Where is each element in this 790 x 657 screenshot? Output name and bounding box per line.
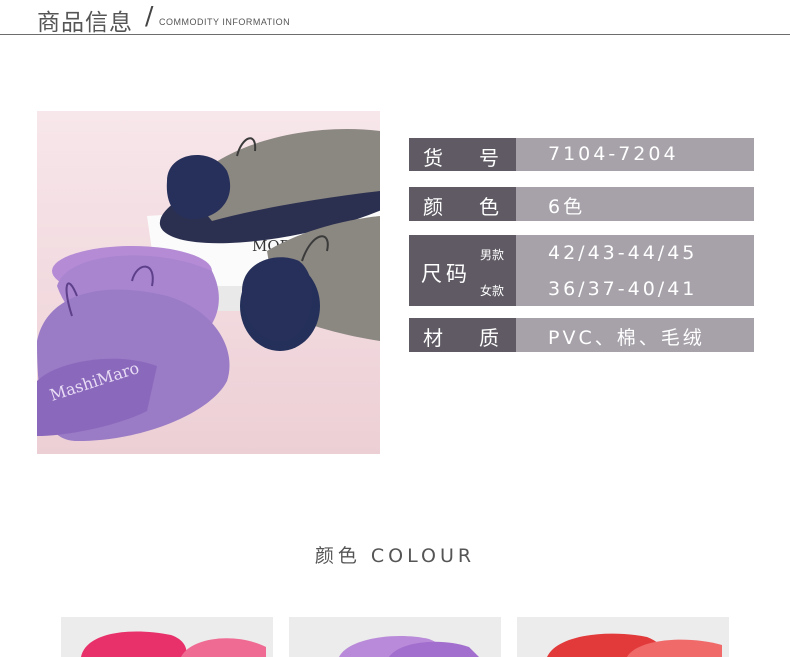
spec-row-item-no: 货 号 7104-7204 (409, 138, 754, 171)
header-slash: / (145, 1, 154, 30)
spec-value-material: PVC、棉、毛绒 (516, 318, 754, 352)
color-thumbnail-purple (289, 617, 501, 657)
slippers-illustration: MORA MashiMaro (37, 129, 380, 441)
size-women-value: 36/37-40/41 (548, 278, 698, 300)
purple-slipper-image (339, 636, 479, 657)
spec-label-char: 质 (479, 326, 499, 350)
color-thumbnail-red (517, 617, 729, 657)
spec-label-char: 货 (423, 146, 443, 170)
material-value: PVC、棉、毛绒 (548, 327, 705, 349)
section-header: 商品信息 / COMMODITY INFORMATION (0, 0, 790, 36)
spec-label-char: 颜 (423, 195, 443, 219)
size-men-value: 42/43-44/45 (548, 242, 698, 264)
color-count-value: 6色 (548, 196, 586, 218)
header-divider (0, 34, 790, 35)
spec-label-item-no: 货 号 (409, 138, 516, 171)
size-women-label: 女款 (480, 284, 505, 298)
spec-row-material: 材 质 PVC、棉、毛绒 (409, 318, 754, 352)
spec-label-char: 号 (479, 146, 499, 170)
header-title-en: COMMODITY INFORMATION (159, 17, 291, 27)
red-slipper-image (547, 633, 722, 657)
spec-label-color: 颜 色 (409, 187, 516, 221)
color-thumbnail-pink (61, 617, 273, 657)
spec-value-item-no: 7104-7204 (516, 138, 754, 171)
spec-label-char: 色 (479, 195, 499, 219)
spec-row-color: 颜 色 6色 (409, 187, 754, 221)
colour-section-title: 颜色 COLOUR (314, 545, 476, 567)
size-label: 尺码 (421, 262, 471, 286)
spec-value-color: 6色 (516, 187, 754, 221)
product-photo: MORA MashiMaro (37, 111, 380, 454)
item-no-value: 7104-7204 (548, 143, 679, 165)
spec-label-size: 尺码 男款 女款 (409, 235, 516, 306)
spec-value-size: 42/43-44/45 36/37-40/41 (516, 235, 754, 306)
header-title-cn: 商品信息 (37, 10, 133, 36)
size-men-label: 男款 (480, 248, 505, 262)
spec-label-material: 材 质 (409, 318, 516, 352)
spec-row-size: 尺码 男款 女款 42/43-44/45 36/37-40/41 (409, 235, 754, 306)
spec-label-char: 材 (423, 326, 443, 350)
pink-slipper-image (81, 631, 266, 657)
